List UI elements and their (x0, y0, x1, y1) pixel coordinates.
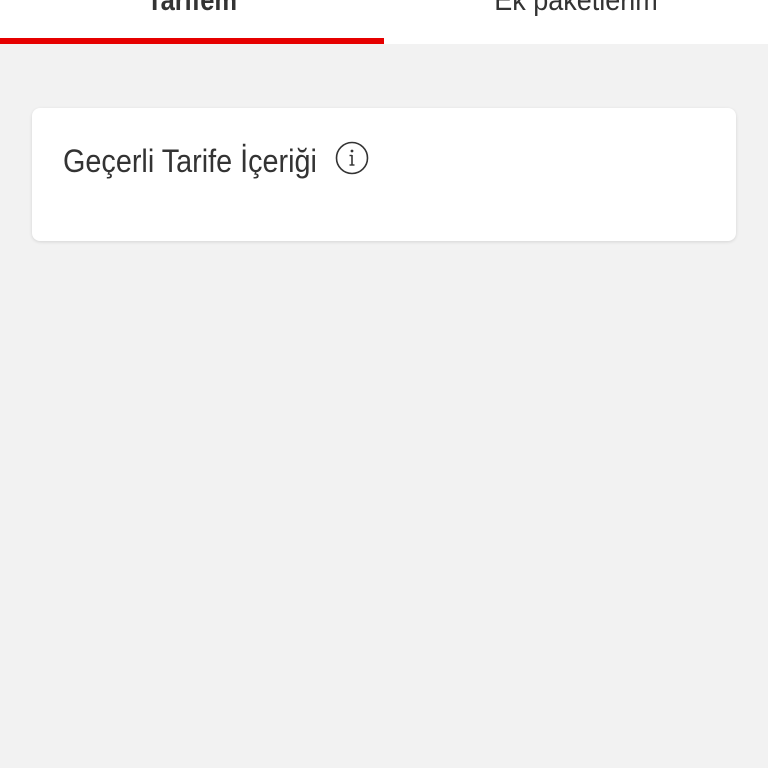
tab-ek-paketlerim[interactable]: Ek paketlerim (384, 0, 768, 44)
tab-bar: Tarifem Ek paketlerim (0, 0, 768, 44)
tab-label: Tarifem (146, 0, 238, 17)
info-icon[interactable] (335, 141, 369, 175)
card-title: Geçerli Tarife İçeriği (63, 143, 317, 179)
active-tab-indicator (0, 38, 384, 44)
tab-label: Ek paketlerim (494, 0, 658, 17)
tariff-content-card: Geçerli Tarife İçeriği (32, 108, 736, 241)
